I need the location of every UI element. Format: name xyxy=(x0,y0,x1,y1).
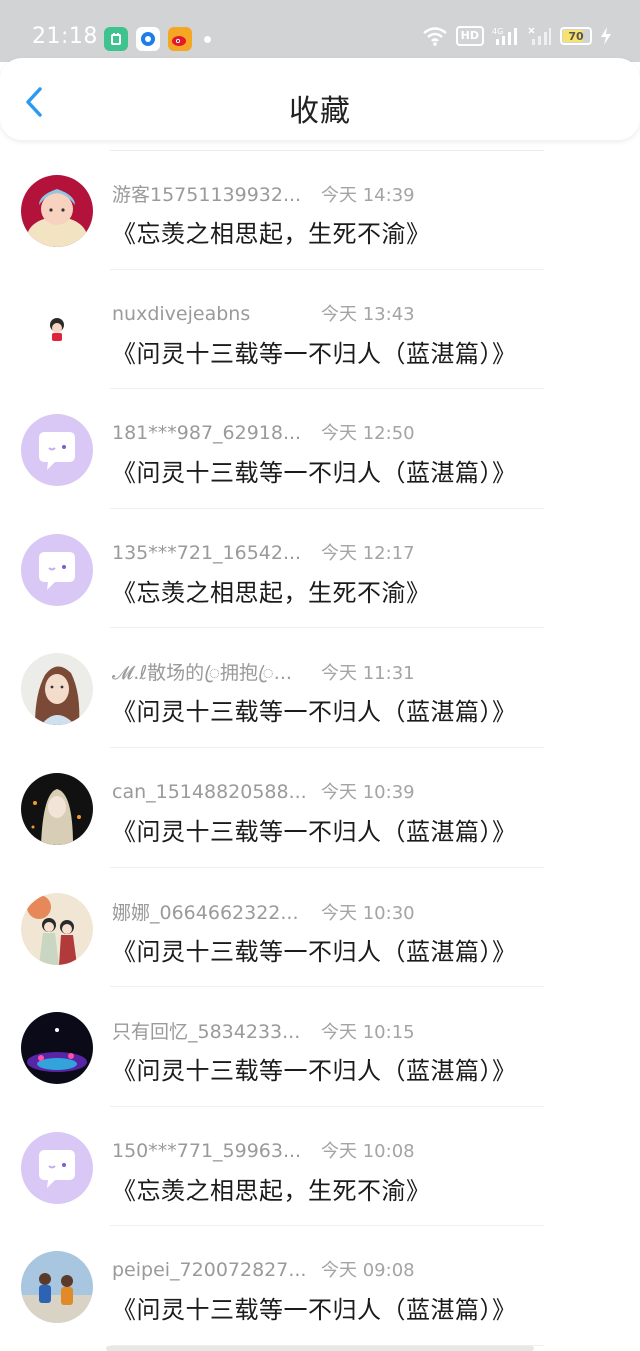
username: 135***721_16542... xyxy=(112,541,302,564)
book-title: 《问灵十三载等一不归人（蓝湛篇）》 xyxy=(112,459,517,488)
item-meta: 游客15751139932... 今天 14:39 xyxy=(112,180,415,207)
avatar[interactable] xyxy=(21,892,93,965)
signal-empty-icon xyxy=(528,27,551,45)
wifi-icon xyxy=(422,27,447,46)
avatar[interactable] xyxy=(21,1131,93,1204)
item-meta: can_15148820588... 今天 10:39 xyxy=(112,778,415,804)
book-title: 《问灵十三载等一不归人（蓝湛篇）》 xyxy=(112,1057,517,1086)
list-item[interactable]: nuxdivejeabns 今天 13:43 《问灵十三载等一不归人（蓝湛篇）》 xyxy=(0,270,640,390)
nav-header: 收藏 xyxy=(0,58,640,140)
timestamp: 今天 14:39 xyxy=(321,185,415,206)
favorites-list: 游客15751139932... 今天 14:39 《忘羡之相思起，生死不渝》 nux… xyxy=(0,150,640,1346)
book-title: 《忘羡之相思起，生死不渝》 xyxy=(112,578,431,607)
list-item[interactable]: peipei_720072827... 今天 09:08 《问灵十三载等一不归人（蓝… xyxy=(0,1226,640,1346)
book-title: 《问灵十三载等一不归人（蓝湛篇）》 xyxy=(112,817,517,846)
list-item[interactable]: 娜娜_0664662322... 今天 10:30 《问灵十三载等一不归人（蓝湛篇）… xyxy=(0,868,640,988)
avatar[interactable] xyxy=(21,772,93,845)
list-item[interactable]: 135***721_16542... 今天 12:17 《忘羡之相思起，生死不渝》 xyxy=(0,509,640,629)
list-item[interactable]: 游客15751139932... 今天 14:39 《忘羡之相思起，生死不渝》 xyxy=(0,150,640,270)
book-title: 《问灵十三载等一不归人（蓝湛篇）》 xyxy=(112,339,517,368)
list-item[interactable]: can_15148820588... 今天 10:39 《问灵十三载等一不归人（蓝湛… xyxy=(0,748,640,868)
item-meta: 娜娜_0664662322... 今天 10:30 xyxy=(112,898,415,925)
username: 150***771_59963... xyxy=(112,1139,302,1162)
timestamp: 今天 10:15 xyxy=(321,1022,415,1044)
browser-notification-icon xyxy=(136,27,160,51)
timestamp: 今天 12:50 xyxy=(321,423,415,445)
avatar[interactable] xyxy=(21,414,93,487)
book-title: 《问灵十三载等一不归人（蓝湛篇）》 xyxy=(112,1296,517,1325)
item-meta: nuxdivejeabns 今天 13:43 xyxy=(112,300,415,326)
book-title: 《忘羡之相思起，生死不渝》 xyxy=(112,1176,431,1205)
item-meta: 181***987_62918... 今天 12:50 xyxy=(112,419,415,445)
status-bar: 21:18 HD 4G 70 xyxy=(0,0,640,62)
avatar[interactable] xyxy=(21,653,93,726)
timestamp: 今天 10:39 xyxy=(321,781,415,803)
list-item[interactable]: 𝓜.ℓ散场的ꦿ拥抱ꦿ... 今天 11:31 《问灵十三载等一不归人（蓝湛篇）》 xyxy=(0,628,640,748)
avatar[interactable] xyxy=(21,1012,93,1085)
page-title: 收藏 xyxy=(289,94,351,129)
username: 娜娜_0664662322... xyxy=(112,901,299,924)
weibo-notification-icon xyxy=(168,27,192,51)
item-meta: peipei_720072827... 今天 09:08 xyxy=(112,1256,415,1282)
username: nuxdivejeabns xyxy=(112,302,251,325)
svg-text:4G: 4G xyxy=(492,27,503,36)
battery-icon: 70 xyxy=(560,27,592,45)
hd-voice-icon: HD xyxy=(455,26,484,46)
timestamp: 今天 11:31 xyxy=(321,663,415,685)
username: 游客15751139932... xyxy=(112,184,302,206)
username: 只有回忆_5834233... xyxy=(112,1021,301,1044)
username: peipei_720072827... xyxy=(112,1259,307,1282)
status-indicators: HD 4G 70 xyxy=(422,26,612,46)
list-item[interactable]: 只有回忆_5834233... 今天 10:15 《问灵十三载等一不归人（蓝湛篇）》 xyxy=(0,987,640,1107)
home-indicator xyxy=(106,1346,534,1351)
book-title: 《问灵十三载等一不归人（蓝湛篇）》 xyxy=(112,937,517,966)
charging-icon xyxy=(601,27,611,45)
username: 181***987_62918... xyxy=(112,422,302,445)
username: can_15148820588... xyxy=(112,780,307,803)
item-meta: 150***771_59963... 今天 10:08 xyxy=(112,1137,415,1163)
timestamp: 今天 13:43 xyxy=(321,303,415,325)
battery-level: 70 xyxy=(568,29,584,43)
item-meta: 135***721_16542... 今天 12:17 xyxy=(112,539,415,565)
list-item[interactable]: 150***771_59963... 今天 10:08 《忘羡之相思起，生死不渝》 xyxy=(0,1107,640,1227)
timestamp: 今天 12:17 xyxy=(321,542,415,564)
status-time: 21:18 xyxy=(32,24,98,49)
signal-4g-icon: 4G xyxy=(492,27,517,45)
notification-icons xyxy=(104,27,211,51)
app-notification-icon xyxy=(104,27,128,51)
timestamp: 今天 10:08 xyxy=(321,1140,415,1162)
book-title: 《忘羡之相思起，生死不渝》 xyxy=(112,220,431,248)
book-title: 《问灵十三载等一不归人（蓝湛篇）》 xyxy=(112,698,517,727)
item-meta: 只有回忆_5834233... 今天 10:15 xyxy=(112,1017,415,1044)
avatar[interactable] xyxy=(21,1251,93,1324)
avatar[interactable] xyxy=(21,175,93,247)
avatar[interactable] xyxy=(21,294,93,367)
avatar[interactable] xyxy=(21,533,93,606)
timestamp: 今天 10:30 xyxy=(321,902,415,924)
timestamp: 今天 09:08 xyxy=(321,1260,415,1282)
list-item[interactable]: 181***987_62918... 今天 12:50 《问灵十三载等一不归人（蓝湛… xyxy=(0,389,640,509)
more-notifications-dot xyxy=(204,35,211,43)
